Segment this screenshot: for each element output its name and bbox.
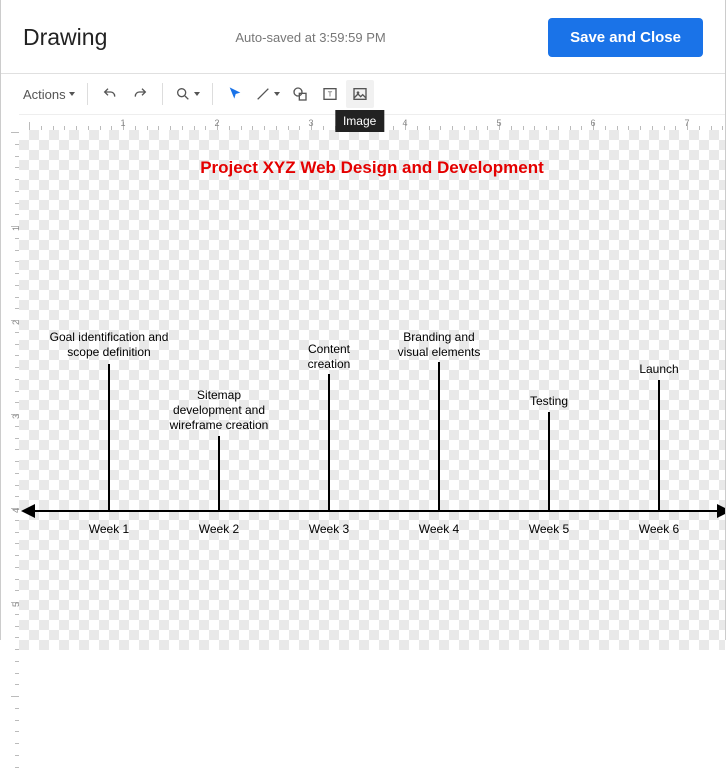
- milestone: Testing: [509, 394, 589, 411]
- textbox-tool[interactable]: T: [316, 80, 344, 108]
- image-tooltip: Image: [335, 110, 384, 132]
- week-label: Week 2: [199, 522, 239, 536]
- drawing-title-text: Project XYZ Web Design and Development: [19, 158, 725, 178]
- svg-text:T: T: [327, 90, 332, 99]
- drawing-canvas[interactable]: Project XYZ Web Design and Development G…: [19, 130, 725, 650]
- milestone-tick: [328, 374, 330, 510]
- toolbar-separator: [87, 83, 88, 105]
- dialog-title: Drawing: [23, 24, 107, 51]
- cursor-icon: [227, 86, 243, 102]
- line-icon: [255, 86, 271, 102]
- milestone: Launch: [619, 362, 699, 379]
- actions-label: Actions: [23, 87, 66, 102]
- milestone-tick: [108, 364, 110, 510]
- image-icon: [352, 86, 368, 102]
- milestone-label: Content creation: [284, 342, 374, 372]
- toolbar: Actions T Image: [1, 74, 725, 114]
- milestone-label: Goal identification and scope definition: [34, 330, 184, 360]
- redo-button[interactable]: [126, 80, 154, 108]
- textbox-icon: T: [322, 86, 338, 102]
- week-label: Week 4: [419, 522, 459, 536]
- undo-button[interactable]: [96, 80, 124, 108]
- week-label: Week 6: [639, 522, 679, 536]
- milestone: Sitemap development and wireframe creati…: [154, 388, 284, 435]
- milestone-tick: [548, 412, 550, 510]
- milestone: Goal identification and scope definition: [34, 330, 184, 362]
- milestone-label: Launch: [619, 362, 699, 377]
- zoom-menu[interactable]: [171, 80, 204, 108]
- ruler-vertical: 12345: [1, 130, 19, 650]
- milestone-label: Testing: [509, 394, 589, 409]
- week-label: Week 1: [89, 522, 129, 536]
- chevron-down-icon: [69, 92, 75, 96]
- toolbar-separator: [212, 83, 213, 105]
- autosave-status: Auto-saved at 3:59:59 PM: [107, 30, 548, 45]
- axis-arrow-left-icon: [21, 504, 35, 518]
- zoom-icon: [175, 86, 191, 102]
- dialog-header: Drawing Auto-saved at 3:59:59 PM Save an…: [1, 0, 725, 73]
- milestone-label: Branding and visual elements: [384, 330, 494, 360]
- milestone-label: Sitemap development and wireframe creati…: [154, 388, 284, 433]
- timeline-axis: [33, 510, 721, 512]
- axis-arrow-right-icon: [717, 504, 725, 518]
- milestone-tick: [658, 380, 660, 510]
- actions-menu[interactable]: Actions: [19, 80, 79, 108]
- week-label: Week 3: [309, 522, 349, 536]
- select-tool[interactable]: [221, 80, 249, 108]
- workspace: 12345 Project XYZ Web Design and Develop…: [1, 130, 725, 650]
- week-label: Week 5: [529, 522, 569, 536]
- milestone: Content creation: [284, 342, 374, 374]
- drawing-dialog: Drawing Auto-saved at 3:59:59 PM Save an…: [0, 0, 726, 640]
- chevron-down-icon: [274, 92, 280, 96]
- image-tool[interactable]: Image: [346, 80, 374, 108]
- shape-tool[interactable]: [286, 80, 314, 108]
- undo-icon: [102, 86, 118, 102]
- chevron-down-icon: [194, 92, 200, 96]
- milestone-tick: [438, 362, 440, 510]
- redo-icon: [132, 86, 148, 102]
- line-tool[interactable]: [251, 80, 284, 108]
- save-and-close-button[interactable]: Save and Close: [548, 18, 703, 57]
- milestone: Branding and visual elements: [384, 330, 494, 362]
- toolbar-separator: [162, 83, 163, 105]
- shape-icon: [291, 86, 309, 102]
- milestone-tick: [218, 436, 220, 510]
